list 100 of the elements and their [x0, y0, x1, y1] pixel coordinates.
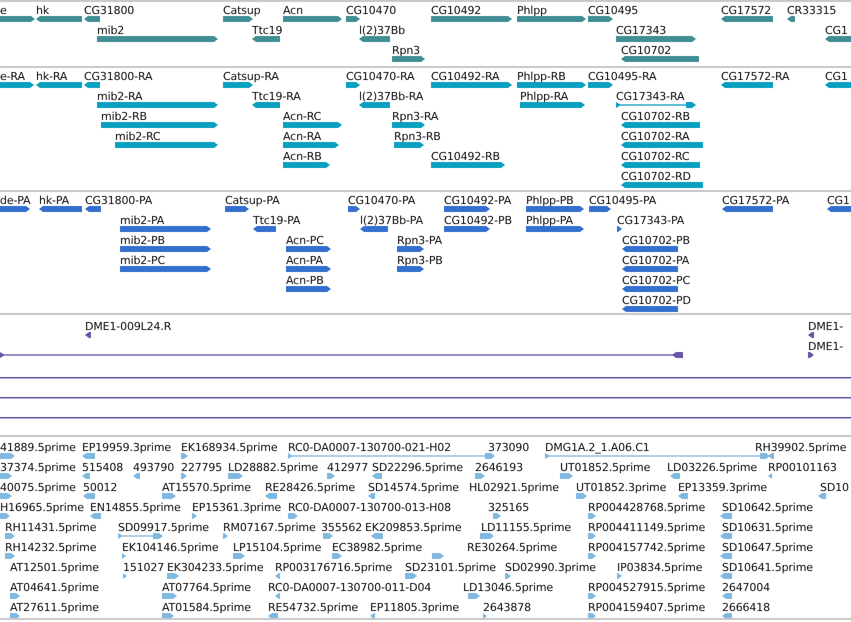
feature-label: hk — [36, 5, 50, 17]
feature-label: l(2)37Bb-RA — [359, 91, 424, 103]
feature-label: CG10702-PC — [622, 275, 690, 287]
feature-label: CG10702-PA — [622, 255, 690, 267]
feature-label: EP19959.3prime — [82, 442, 172, 454]
feature-label: Rpn3 — [392, 45, 420, 57]
feature-label: UT01852.3prime — [576, 482, 666, 494]
feature-label: CG10702-PD — [622, 295, 691, 307]
feature-label: 2643878 — [483, 602, 531, 614]
feature-label: RE54732.5prime — [268, 602, 358, 614]
feature-label: LD28882.5prime — [228, 462, 318, 474]
feature-label: SD10641.5prime — [722, 562, 813, 574]
feature-label: de-PA — [0, 195, 30, 207]
feature-label: AT15570.5prime — [162, 482, 251, 494]
feature-label: SD14574.5prime — [368, 482, 459, 494]
feature-label: EP11805.3prime — [370, 602, 460, 614]
feature-label: SD10647.5prime — [722, 542, 813, 554]
feature-label: SD10642.5prime — [722, 502, 813, 514]
feature-label: CG10492 — [431, 5, 482, 17]
feature-label: mib2-RB — [101, 111, 147, 123]
feature-label: Phlpp-PB — [526, 195, 574, 207]
feature-label: CG10470-PA — [348, 195, 416, 207]
feature-label: EK304233.5prime — [167, 562, 264, 574]
feature-label: EC38982.5prime — [332, 542, 422, 554]
feature-label: mib2-PC — [120, 255, 165, 267]
feature-label: SD10631.5prime — [722, 522, 813, 534]
feature-label: RE30264.5prime — [467, 542, 558, 554]
feature-label: CG1 — [825, 25, 848, 37]
feature-label: l(2)37Bb — [359, 25, 405, 37]
feature-label: RP004428768.5prime — [588, 502, 706, 514]
feature-label: CG31800 — [84, 5, 134, 17]
feature-label: UT01852.5prime — [560, 462, 650, 474]
feature-label: EP15361.3prime — [192, 502, 282, 514]
feature-label: RP004157742.5prime — [588, 542, 706, 554]
feature-label: e-RA — [0, 71, 25, 83]
feature-label: Phlpp-RB — [517, 71, 566, 83]
feature-label: CG10470 — [346, 5, 396, 17]
feature-label: CG10495-RA — [588, 71, 656, 83]
feature-label: DME1-009L24.R — [85, 321, 172, 333]
feature-label: RH11431.5prime — [5, 522, 96, 534]
feature-label: Acn — [283, 5, 303, 17]
feature-label: CR33315 — [787, 5, 836, 17]
feature-label: hk-PA — [39, 195, 70, 207]
feature-label: Acn-RB — [283, 151, 322, 163]
feature-label: CG10470-RA — [346, 71, 414, 83]
feature-label: EK104146.5prime — [122, 542, 218, 554]
feature-label: SD10 — [820, 482, 849, 494]
feature-label: RP003176716.5prime — [275, 562, 392, 574]
feature-label: LP15104.5prime — [233, 542, 322, 554]
feature-label: CG10702 — [621, 45, 672, 57]
feature-label: Acn-PA — [286, 255, 323, 267]
feature-label: CG10492-PA — [444, 195, 512, 207]
feature-label: CG10492-RA — [431, 71, 500, 83]
feature-label: EK168934.5prime — [181, 442, 278, 454]
feature-label: CG31800-RA — [84, 71, 152, 83]
feature-label: RP004159407.5prime — [588, 602, 706, 614]
feature-label: CG17572-RA — [721, 71, 790, 83]
feature-label: SD22296.5prime — [372, 462, 463, 474]
feature-label: mib2-RA — [97, 91, 142, 103]
feature-label: EP13359.3prime — [678, 482, 768, 494]
feature-label: Acn-PC — [286, 235, 324, 247]
feature-label: RC0-DA0007-130700-013-H08 — [288, 502, 451, 514]
feature-label: CG17572 — [721, 5, 772, 17]
feature-label: AT01584.5prime — [162, 602, 251, 614]
feature-label: SD23101.5prime — [405, 562, 496, 574]
feature-label: 227795 — [181, 462, 222, 474]
feature-label: DMG1A.2_1.A06.C1 — [545, 442, 650, 454]
feature-label: SD09917.5prime — [118, 522, 209, 534]
feature-label: RH14232.5prime — [5, 542, 96, 554]
feature-label: 373090 — [488, 442, 530, 454]
feature-label: CG17343-PA — [617, 215, 684, 227]
feature-label: CG17343-RA — [616, 91, 684, 103]
feature-label: HL02921.5prime — [469, 482, 559, 494]
feature-label: RP004411149.5prime — [588, 522, 706, 534]
feature-label: mib2 — [97, 25, 124, 37]
feature-label: Phlpp — [517, 5, 547, 17]
feature-label: 37374.5prime — [0, 462, 76, 474]
feature-label: CG10702-RB — [621, 111, 690, 123]
feature-label: e — [0, 5, 7, 17]
feature-label: Phlpp-RA — [520, 91, 568, 103]
feature-label: LD03226.5prime — [667, 462, 758, 474]
feature-label: Acn-RA — [283, 131, 322, 143]
feature-label: 2666418 — [722, 602, 770, 614]
feature-label: 2647004 — [722, 582, 770, 594]
feature-label: H16965.5prime — [0, 502, 84, 514]
feature-label: 412977 — [327, 462, 368, 474]
feature-label: LD13046.5prime — [463, 582, 554, 594]
feature-label: Phlpp-PA — [526, 215, 573, 227]
feature-label: CG10495 — [588, 5, 638, 17]
feature-label: hk-RA — [36, 71, 68, 83]
feature-label: CG31800-PA — [85, 195, 152, 207]
feature-label: CG17343 — [616, 25, 666, 37]
feature-label: EN14855.5prime — [90, 502, 181, 514]
feature-label: RE28426.5prime — [265, 482, 356, 494]
feature-label: CG10492-RB — [431, 151, 500, 163]
feature-label: DME1- — [808, 321, 844, 333]
feature-label: Ttc19 — [252, 25, 282, 37]
feature-label: Rpn3-PB — [397, 255, 443, 267]
feature-label: Catsup-PA — [225, 195, 280, 207]
feature-label: 50012 — [83, 482, 118, 494]
